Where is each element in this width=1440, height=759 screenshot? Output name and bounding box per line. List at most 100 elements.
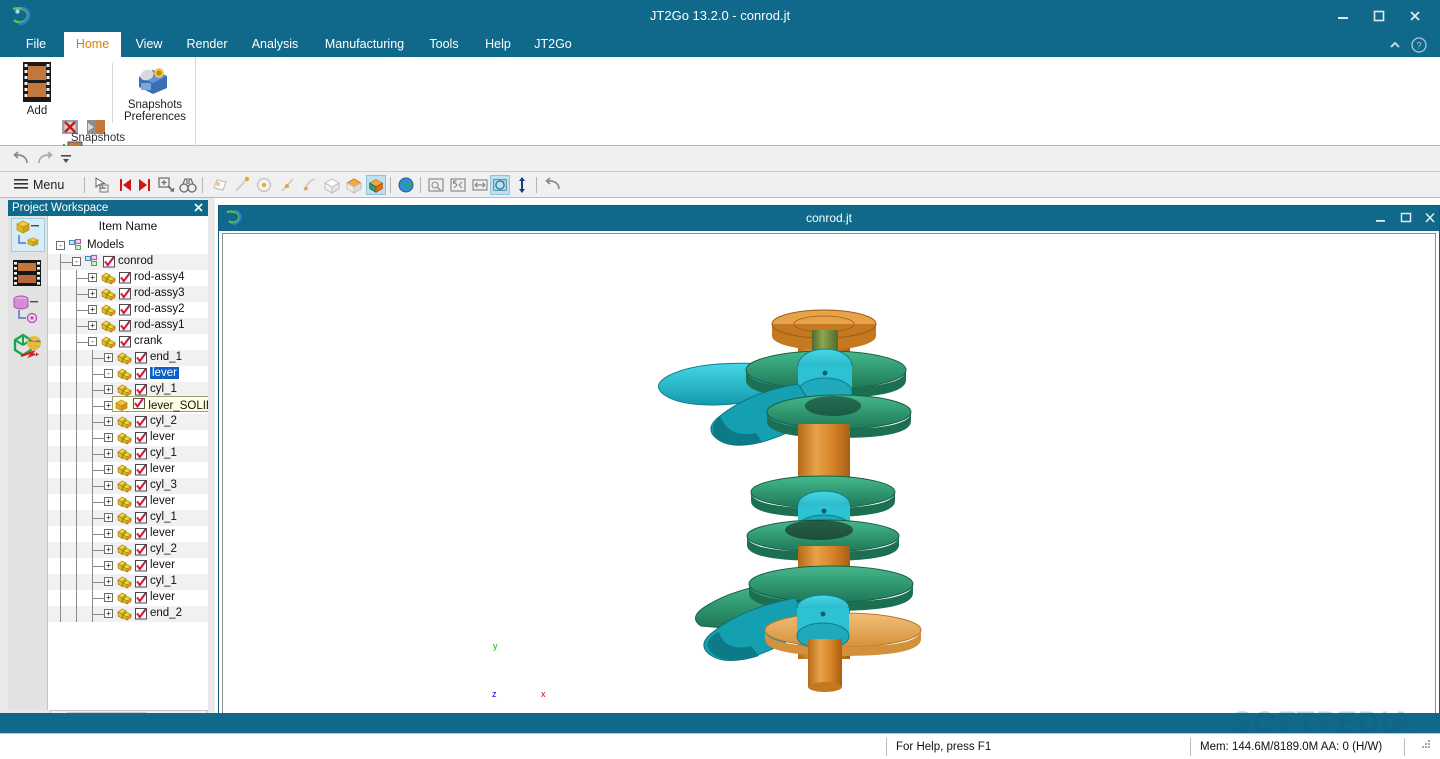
- visibility-checkbox[interactable]: [135, 576, 148, 591]
- measure-face-icon[interactable]: [210, 175, 230, 195]
- tree-row-rod-assy3[interactable]: + rod-assy3: [48, 286, 208, 302]
- tree-expander[interactable]: +: [104, 529, 113, 538]
- visibility-checkbox[interactable]: [135, 496, 148, 511]
- tree-row-cyl-3[interactable]: + cyl_3: [48, 478, 208, 494]
- tree-expander[interactable]: +: [88, 289, 97, 298]
- tab-tools[interactable]: Tools: [424, 32, 464, 57]
- tab-view[interactable]: View: [131, 32, 167, 57]
- visibility-checkbox[interactable]: [135, 528, 148, 543]
- visibility-checkbox[interactable]: [119, 288, 132, 303]
- tree-expander[interactable]: +: [104, 545, 113, 554]
- tree-row-cyl-1[interactable]: + cyl_1: [48, 510, 208, 526]
- mdi-minimize-button[interactable]: [1374, 211, 1392, 226]
- visibility-checkbox[interactable]: [135, 464, 148, 479]
- visibility-checkbox[interactable]: [135, 368, 148, 383]
- visibility-checkbox[interactable]: [135, 608, 148, 623]
- fit-all-icon[interactable]: [448, 175, 468, 195]
- tree-expander[interactable]: +: [104, 385, 113, 394]
- tree-expander[interactable]: +: [88, 305, 97, 314]
- visibility-checkbox[interactable]: [119, 304, 132, 319]
- tab-help[interactable]: Help: [480, 32, 516, 57]
- tree-expander[interactable]: +: [104, 465, 113, 474]
- undo-icon[interactable]: [12, 149, 32, 174]
- tree-row-Models[interactable]: - Models: [48, 238, 208, 254]
- tree-row-lever[interactable]: + lever: [48, 526, 208, 542]
- pmi-cylinder-icon[interactable]: [11, 294, 45, 328]
- tree-expander[interactable]: +: [104, 353, 113, 362]
- snapshots-preferences-button[interactable]: Snapshots Preferences: [120, 61, 190, 123]
- previous-view-icon[interactable]: [116, 175, 136, 195]
- measure-arc-icon[interactable]: [300, 175, 320, 195]
- window-close-button[interactable]: [1400, 6, 1430, 26]
- tree-expander[interactable]: +: [104, 561, 113, 570]
- tree-row-lever[interactable]: + lever: [48, 590, 208, 606]
- tree-expander[interactable]: +: [104, 513, 113, 522]
- visibility-checkbox[interactable]: [135, 448, 148, 463]
- tab-analysis[interactable]: Analysis: [245, 32, 305, 57]
- tab-render[interactable]: Render: [181, 32, 233, 57]
- visibility-checkbox[interactable]: [135, 352, 148, 367]
- visibility-checkbox[interactable]: [135, 544, 148, 559]
- tree-row-rod-assy1[interactable]: + rod-assy1: [48, 318, 208, 334]
- tab-jt2go[interactable]: JT2Go: [528, 32, 578, 57]
- tree-row-rod-assy2[interactable]: + rod-assy2: [48, 302, 208, 318]
- resize-grip-icon[interactable]: [1420, 738, 1434, 756]
- snapshots-film-icon[interactable]: [11, 258, 45, 292]
- measure-circle-icon[interactable]: [254, 175, 274, 195]
- tree-row-cyl-1[interactable]: + cyl_1: [48, 446, 208, 462]
- close-icon[interactable]: [192, 201, 205, 214]
- visibility-checkbox[interactable]: [135, 480, 148, 495]
- mdi-close-button[interactable]: [1423, 211, 1440, 226]
- visibility-checkbox[interactable]: [135, 512, 148, 527]
- tree-expander[interactable]: +: [104, 433, 113, 442]
- mdi-maximize-button[interactable]: [1399, 211, 1417, 226]
- tree-expander[interactable]: +: [104, 449, 113, 458]
- tree-row-lever[interactable]: + lever: [48, 558, 208, 574]
- chevron-up-icon[interactable]: [1386, 36, 1404, 54]
- tree-expander[interactable]: -: [88, 337, 97, 346]
- visibility-checkbox[interactable]: [135, 416, 148, 431]
- 3d-viewport[interactable]: y x z: [222, 233, 1436, 730]
- undo-view-icon[interactable]: [544, 175, 564, 195]
- window-minimize-button[interactable]: [1328, 6, 1358, 26]
- tree-row-lever[interactable]: + lever: [48, 494, 208, 510]
- shade-color-cube-icon[interactable]: [366, 175, 386, 195]
- shade-wireframe-cube-icon[interactable]: [322, 175, 342, 195]
- tree-row-cyl-1[interactable]: + cyl_1: [48, 574, 208, 590]
- tree-expander[interactable]: -: [104, 369, 113, 378]
- tree-expander[interactable]: +: [104, 481, 113, 490]
- next-view-icon[interactable]: [134, 175, 154, 195]
- shade-flat-cube-icon[interactable]: [344, 175, 364, 195]
- rotate-view-icon[interactable]: [490, 175, 510, 195]
- assembly-tree-icon[interactable]: [11, 218, 45, 252]
- visibility-checkbox[interactable]: [119, 320, 132, 335]
- tree-expander[interactable]: +: [88, 321, 97, 330]
- visibility-checkbox[interactable]: [135, 432, 148, 447]
- measure-line-icon[interactable]: [232, 175, 252, 195]
- tree-row-rod-assy4[interactable]: + rod-assy4: [48, 270, 208, 286]
- tree-row-lever[interactable]: + lever: [48, 462, 208, 478]
- tree-expander[interactable]: +: [104, 577, 113, 586]
- menu-button[interactable]: Menu: [14, 175, 64, 195]
- pan-vertical-icon[interactable]: [512, 175, 532, 195]
- add-snapshot-button[interactable]: Add: [14, 61, 60, 117]
- model-views-icon[interactable]: [11, 330, 45, 364]
- tab-manufacturing[interactable]: Manufacturing: [317, 32, 412, 57]
- customize-dropdown-icon[interactable]: [58, 149, 74, 174]
- visibility-checkbox[interactable]: [135, 592, 148, 607]
- visibility-checkbox[interactable]: [135, 560, 148, 575]
- help-circle-icon[interactable]: ?: [1410, 36, 1428, 54]
- tree-row-end-1[interactable]: + end_1: [48, 350, 208, 366]
- tree-row-lever[interactable]: + lever: [48, 430, 208, 446]
- tree-expander[interactable]: -: [72, 257, 81, 266]
- select-box-icon[interactable]: [92, 175, 112, 195]
- assembly-tree[interactable]: Item Name - Models - conrod + rod-assy4 + rod-a…: [48, 216, 208, 710]
- tree-expander[interactable]: +: [104, 497, 113, 506]
- tree-row-end-2[interactable]: + end_2: [48, 606, 208, 622]
- tab-home[interactable]: Home: [64, 32, 121, 57]
- tree-row-cyl-2[interactable]: + cyl_2: [48, 542, 208, 558]
- tab-file[interactable]: File: [20, 32, 52, 57]
- visibility-checkbox[interactable]: [119, 336, 132, 351]
- tree-expander[interactable]: +: [104, 417, 113, 426]
- zoom-area-icon[interactable]: [156, 175, 176, 195]
